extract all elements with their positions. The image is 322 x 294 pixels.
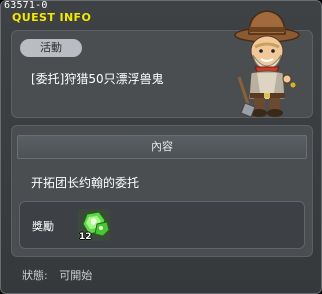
window-title: QUEST INFO [12,11,92,24]
quest-name: [委托]狩猎50只漂浮兽鬼 [31,72,164,86]
window-id: 63571-0 [4,0,48,11]
cowboy-npc-icon [234,10,300,118]
quest-content-panel: 內容 开拓团长约翰的委托 獎勵 12 [11,125,313,257]
status-value: 可開始 [59,269,93,282]
status-row: 狀態: 可開始 [22,267,100,283]
close-area[interactable] [307,3,319,15]
content-description: 开拓团长约翰的委托 [31,176,140,190]
reward-box: 獎勵 12 [19,201,305,249]
status-label: 狀態: [22,269,48,282]
quest-info-window: 63571-0 QUEST INFO 活動 [委托]狩猎50只漂浮兽鬼 內容 开… [0,0,322,294]
category-badge: 活動 [20,39,82,57]
reward-item-count: 12 [79,232,92,242]
reward-item-slot[interactable]: 12 [77,208,111,242]
content-header: 內容 [17,135,307,159]
reward-label: 獎勵 [32,220,54,233]
